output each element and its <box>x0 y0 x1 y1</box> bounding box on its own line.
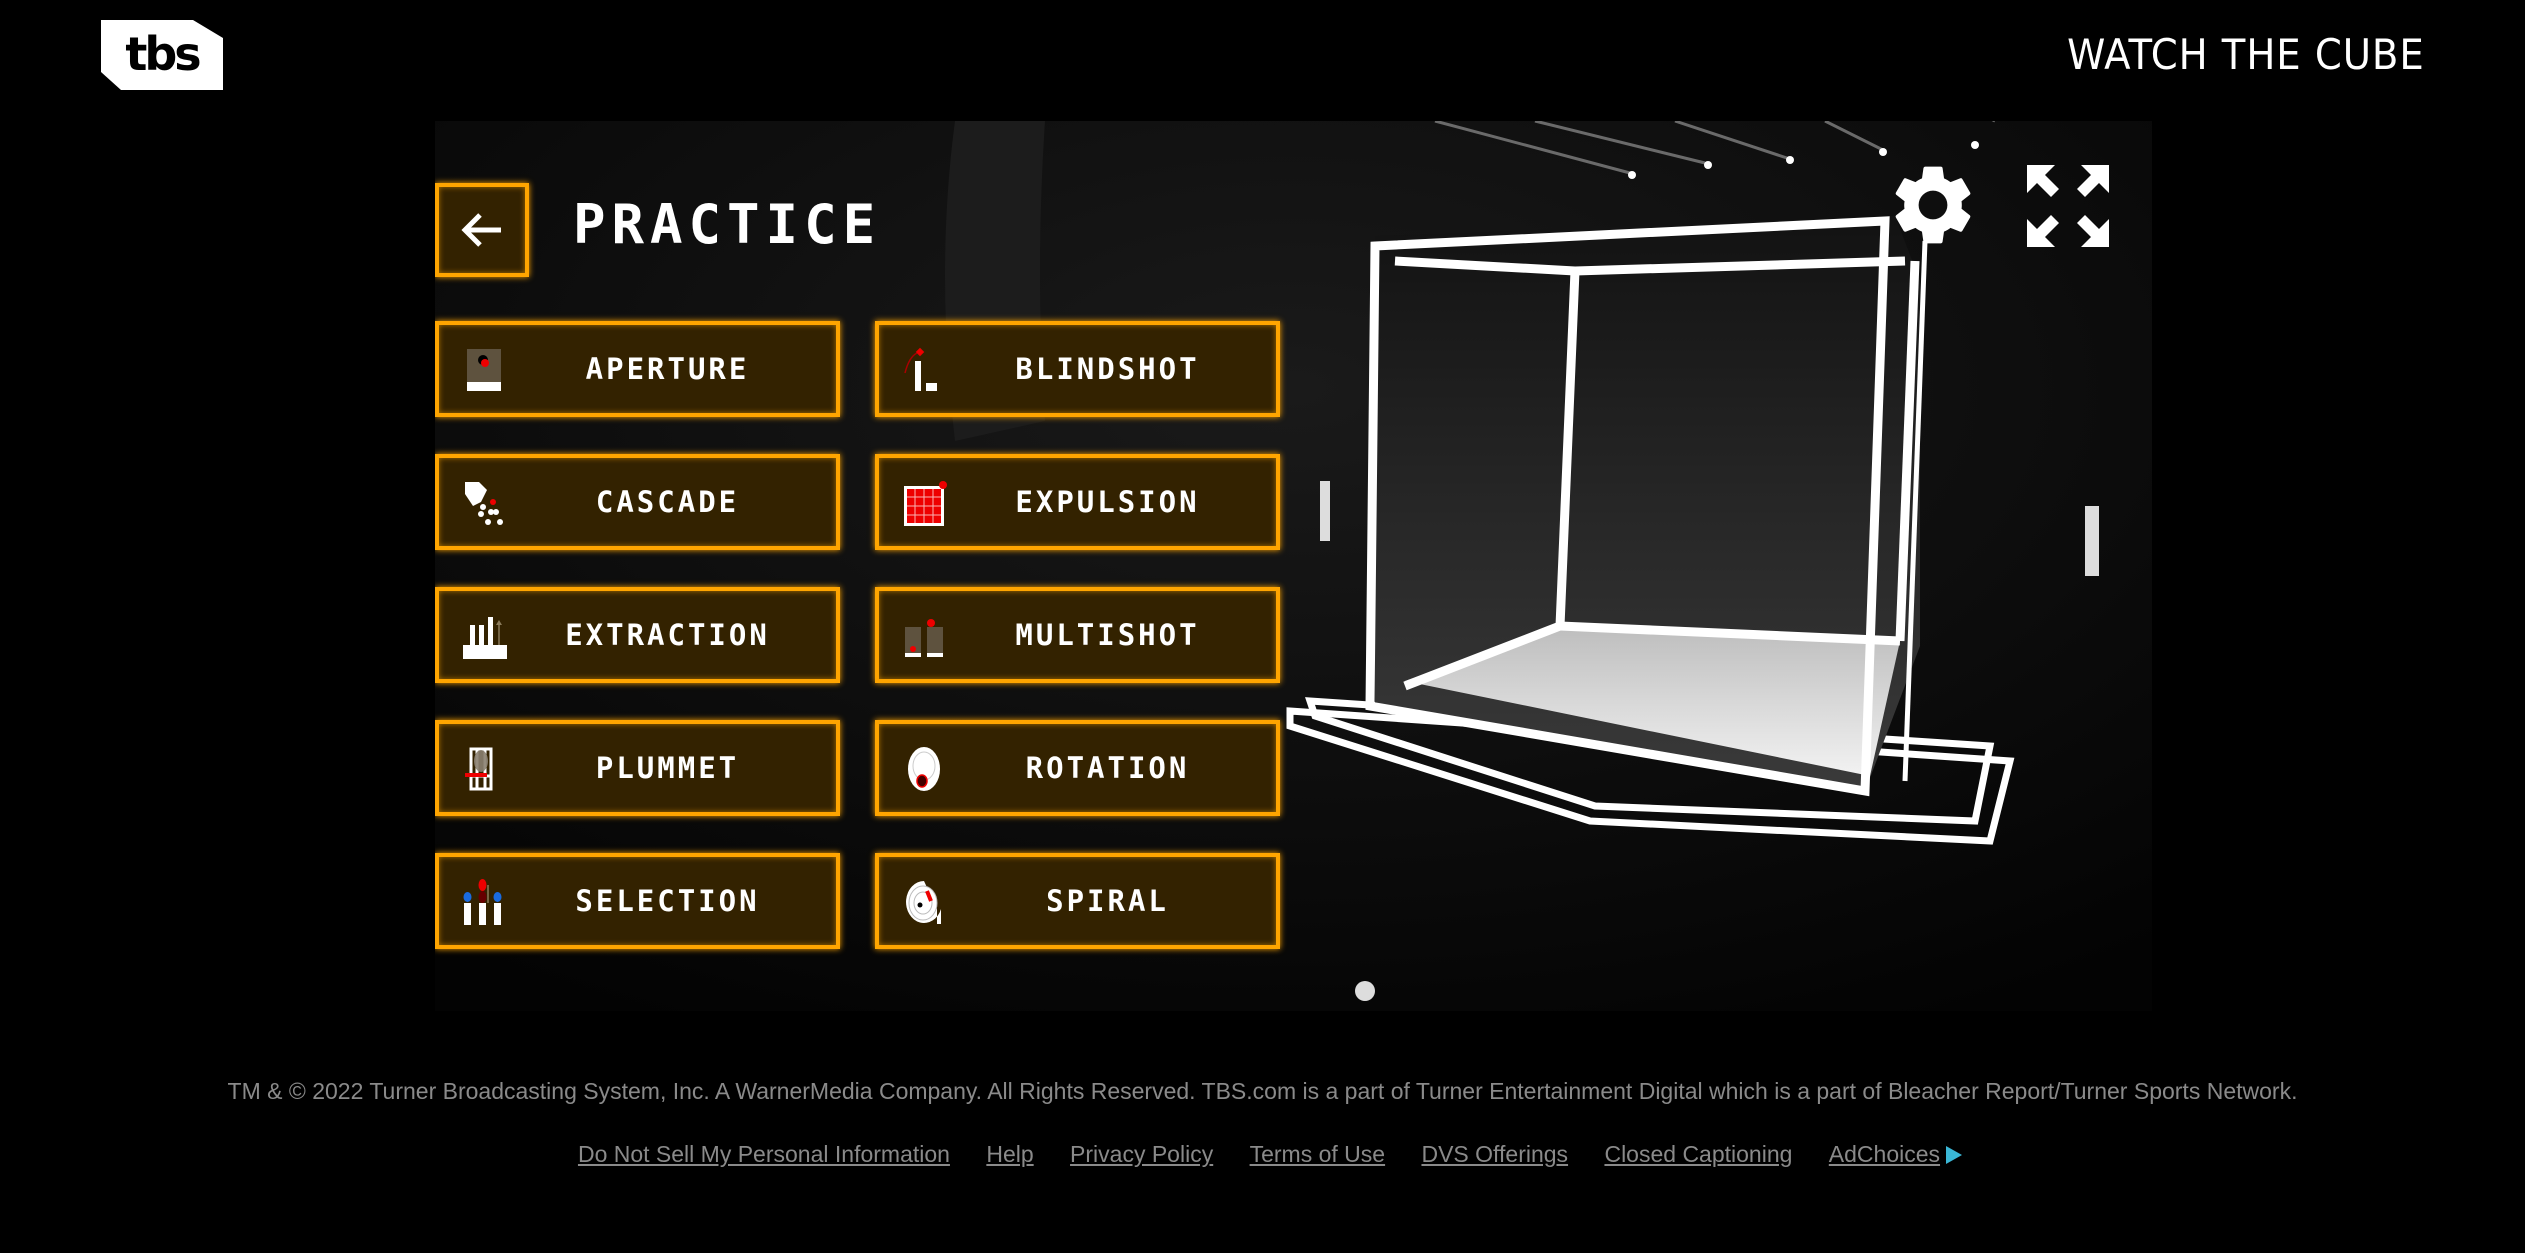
tbs-logo[interactable]: tbs <box>101 20 223 90</box>
extraction-icon <box>463 617 507 659</box>
fullscreen-expand-icon[interactable] <box>2025 163 2111 249</box>
mode-button-blindshot[interactable]: BLINDSHOT <box>875 321 1280 417</box>
gear-icon[interactable] <box>1885 157 1981 253</box>
aperture-icon <box>467 349 501 391</box>
mode-button-multishot[interactable]: MULTISHOT <box>875 587 1280 683</box>
mode-label: MULTISHOT <box>1015 618 1200 652</box>
link-adchoices-label: AdChoices <box>1828 1141 1941 1167</box>
game-canvas[interactable]: PRACTICE APERTURE BLINDSHOT CASCADE EXPU… <box>435 121 2152 1011</box>
page-title: PRACTICE <box>573 193 882 256</box>
link-privacy-policy[interactable]: Privacy Policy <box>1070 1141 1213 1167</box>
mode-label: CASCADE <box>595 485 740 519</box>
footer-links: Do Not Sell My Personal Information Help… <box>0 1141 2525 1168</box>
cascade-icon <box>465 482 503 525</box>
mode-label: ROTATION <box>1025 751 1190 785</box>
mode-label: PLUMMET <box>595 751 740 785</box>
mode-label: SPIRAL <box>1046 884 1169 918</box>
selection-icon <box>463 879 502 925</box>
watch-the-cube-link[interactable]: WATCH THE CUBE <box>2067 30 2425 79</box>
mode-button-aperture[interactable]: APERTURE <box>435 321 840 417</box>
adchoices-icon[interactable] <box>1946 1146 1963 1164</box>
expulsion-icon <box>904 481 947 526</box>
svg-text:tbs: tbs <box>125 27 200 81</box>
link-do-not-sell[interactable]: Do Not Sell My Personal Information <box>578 1141 950 1167</box>
mode-label: BLINDSHOT <box>1015 352 1200 386</box>
spiral-icon <box>906 881 941 924</box>
mode-label: SELECTION <box>575 884 760 918</box>
mode-button-rotation[interactable]: ROTATION <box>875 720 1280 816</box>
copyright-text: TM & © 2022 Turner Broadcasting System, … <box>227 1078 2298 1104</box>
blindshot-icon <box>904 347 937 391</box>
mode-label: EXPULSION <box>1015 485 1200 519</box>
mode-button-expulsion[interactable]: EXPULSION <box>875 454 1280 550</box>
mode-button-selection[interactable]: SELECTION <box>435 853 840 949</box>
link-dvs-offerings[interactable]: DVS Offerings <box>1421 1141 1568 1167</box>
mode-button-cascade[interactable]: CASCADE <box>435 454 840 550</box>
link-help[interactable]: Help <box>986 1141 1033 1167</box>
link-terms-of-use[interactable]: Terms of Use <box>1250 1141 1385 1167</box>
arrow-left-icon <box>461 213 501 247</box>
multishot-icon <box>905 619 943 657</box>
link-closed-captioning[interactable]: Closed Captioning <box>1604 1141 1792 1167</box>
mode-label: APERTURE <box>585 352 750 386</box>
link-adchoices[interactable]: AdChoices <box>1829 1141 1940 1167</box>
mode-button-extraction[interactable]: EXTRACTION <box>435 587 840 683</box>
mode-button-plummet[interactable]: PLUMMET <box>435 720 840 816</box>
mode-button-spiral[interactable]: SPIRAL <box>875 853 1280 949</box>
rotation-icon <box>908 747 940 791</box>
plummet-icon <box>465 747 493 791</box>
back-button[interactable] <box>435 183 529 277</box>
mode-label: EXTRACTION <box>565 618 770 652</box>
